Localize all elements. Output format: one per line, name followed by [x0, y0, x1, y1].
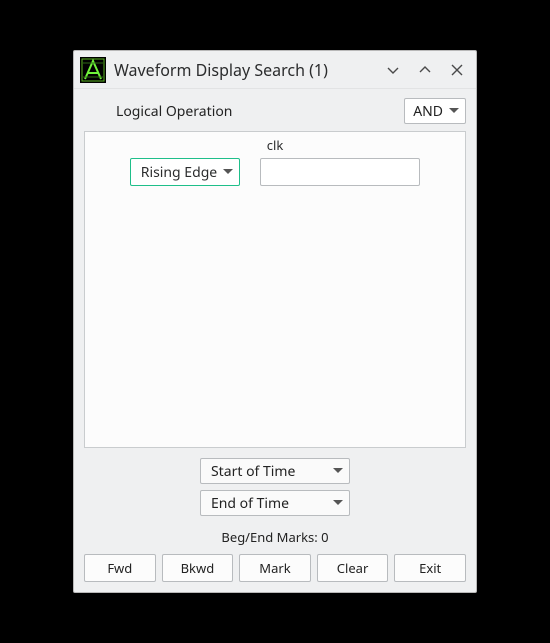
chevron-down-icon	[333, 468, 343, 474]
signal-name-label: clk	[85, 136, 465, 156]
app-icon	[80, 57, 106, 83]
close-button[interactable]	[444, 57, 470, 83]
logical-operation-value: AND	[413, 102, 443, 121]
edge-type-select[interactable]: Rising Edge	[130, 158, 240, 186]
content-area: Logical Operation AND clk Rising Edge	[74, 89, 476, 592]
start-time-select[interactable]: Start of Time	[200, 458, 350, 484]
edge-type-value: Rising Edge	[141, 163, 217, 182]
logical-operation-select[interactable]: AND	[404, 98, 466, 124]
clear-button-label: Clear	[337, 559, 369, 577]
mark-button-label: Mark	[259, 559, 290, 577]
exit-button-label: Exit	[419, 559, 441, 577]
waveform-search-window: Waveform Display Search (1) Logical Oper…	[73, 50, 477, 593]
marks-count-label: Beg/End Marks: 0	[221, 522, 328, 554]
bkwd-button[interactable]: Bkwd	[162, 554, 234, 582]
chevron-down-icon	[333, 500, 343, 506]
end-time-value: End of Time	[211, 494, 289, 513]
end-time-select[interactable]: End of Time	[200, 490, 350, 516]
time-range-area: Start of Time End of Time Beg/End Marks:…	[74, 448, 476, 554]
chevron-down-icon	[449, 108, 459, 114]
titlebar: Waveform Display Search (1)	[74, 51, 476, 89]
exit-button[interactable]: Exit	[394, 554, 466, 582]
chevron-down-icon	[223, 169, 233, 175]
logical-operation-row: Logical Operation AND	[74, 89, 476, 131]
fwd-button-label: Fwd	[107, 559, 132, 577]
maximize-button[interactable]	[412, 57, 438, 83]
bkwd-button-label: Bkwd	[181, 559, 215, 577]
window-title: Waveform Display Search (1)	[112, 59, 374, 81]
minimize-button[interactable]	[380, 57, 406, 83]
signal-row: Rising Edge	[85, 156, 465, 194]
logical-operation-label: Logical Operation	[84, 102, 404, 121]
fwd-button[interactable]: Fwd	[84, 554, 156, 582]
start-time-value: Start of Time	[211, 462, 295, 481]
signal-panel: clk Rising Edge	[84, 131, 466, 448]
mark-button[interactable]: Mark	[239, 554, 311, 582]
clear-button[interactable]: Clear	[317, 554, 389, 582]
signal-value-input[interactable]	[260, 158, 420, 186]
button-row: Fwd Bkwd Mark Clear Exit	[74, 554, 476, 592]
